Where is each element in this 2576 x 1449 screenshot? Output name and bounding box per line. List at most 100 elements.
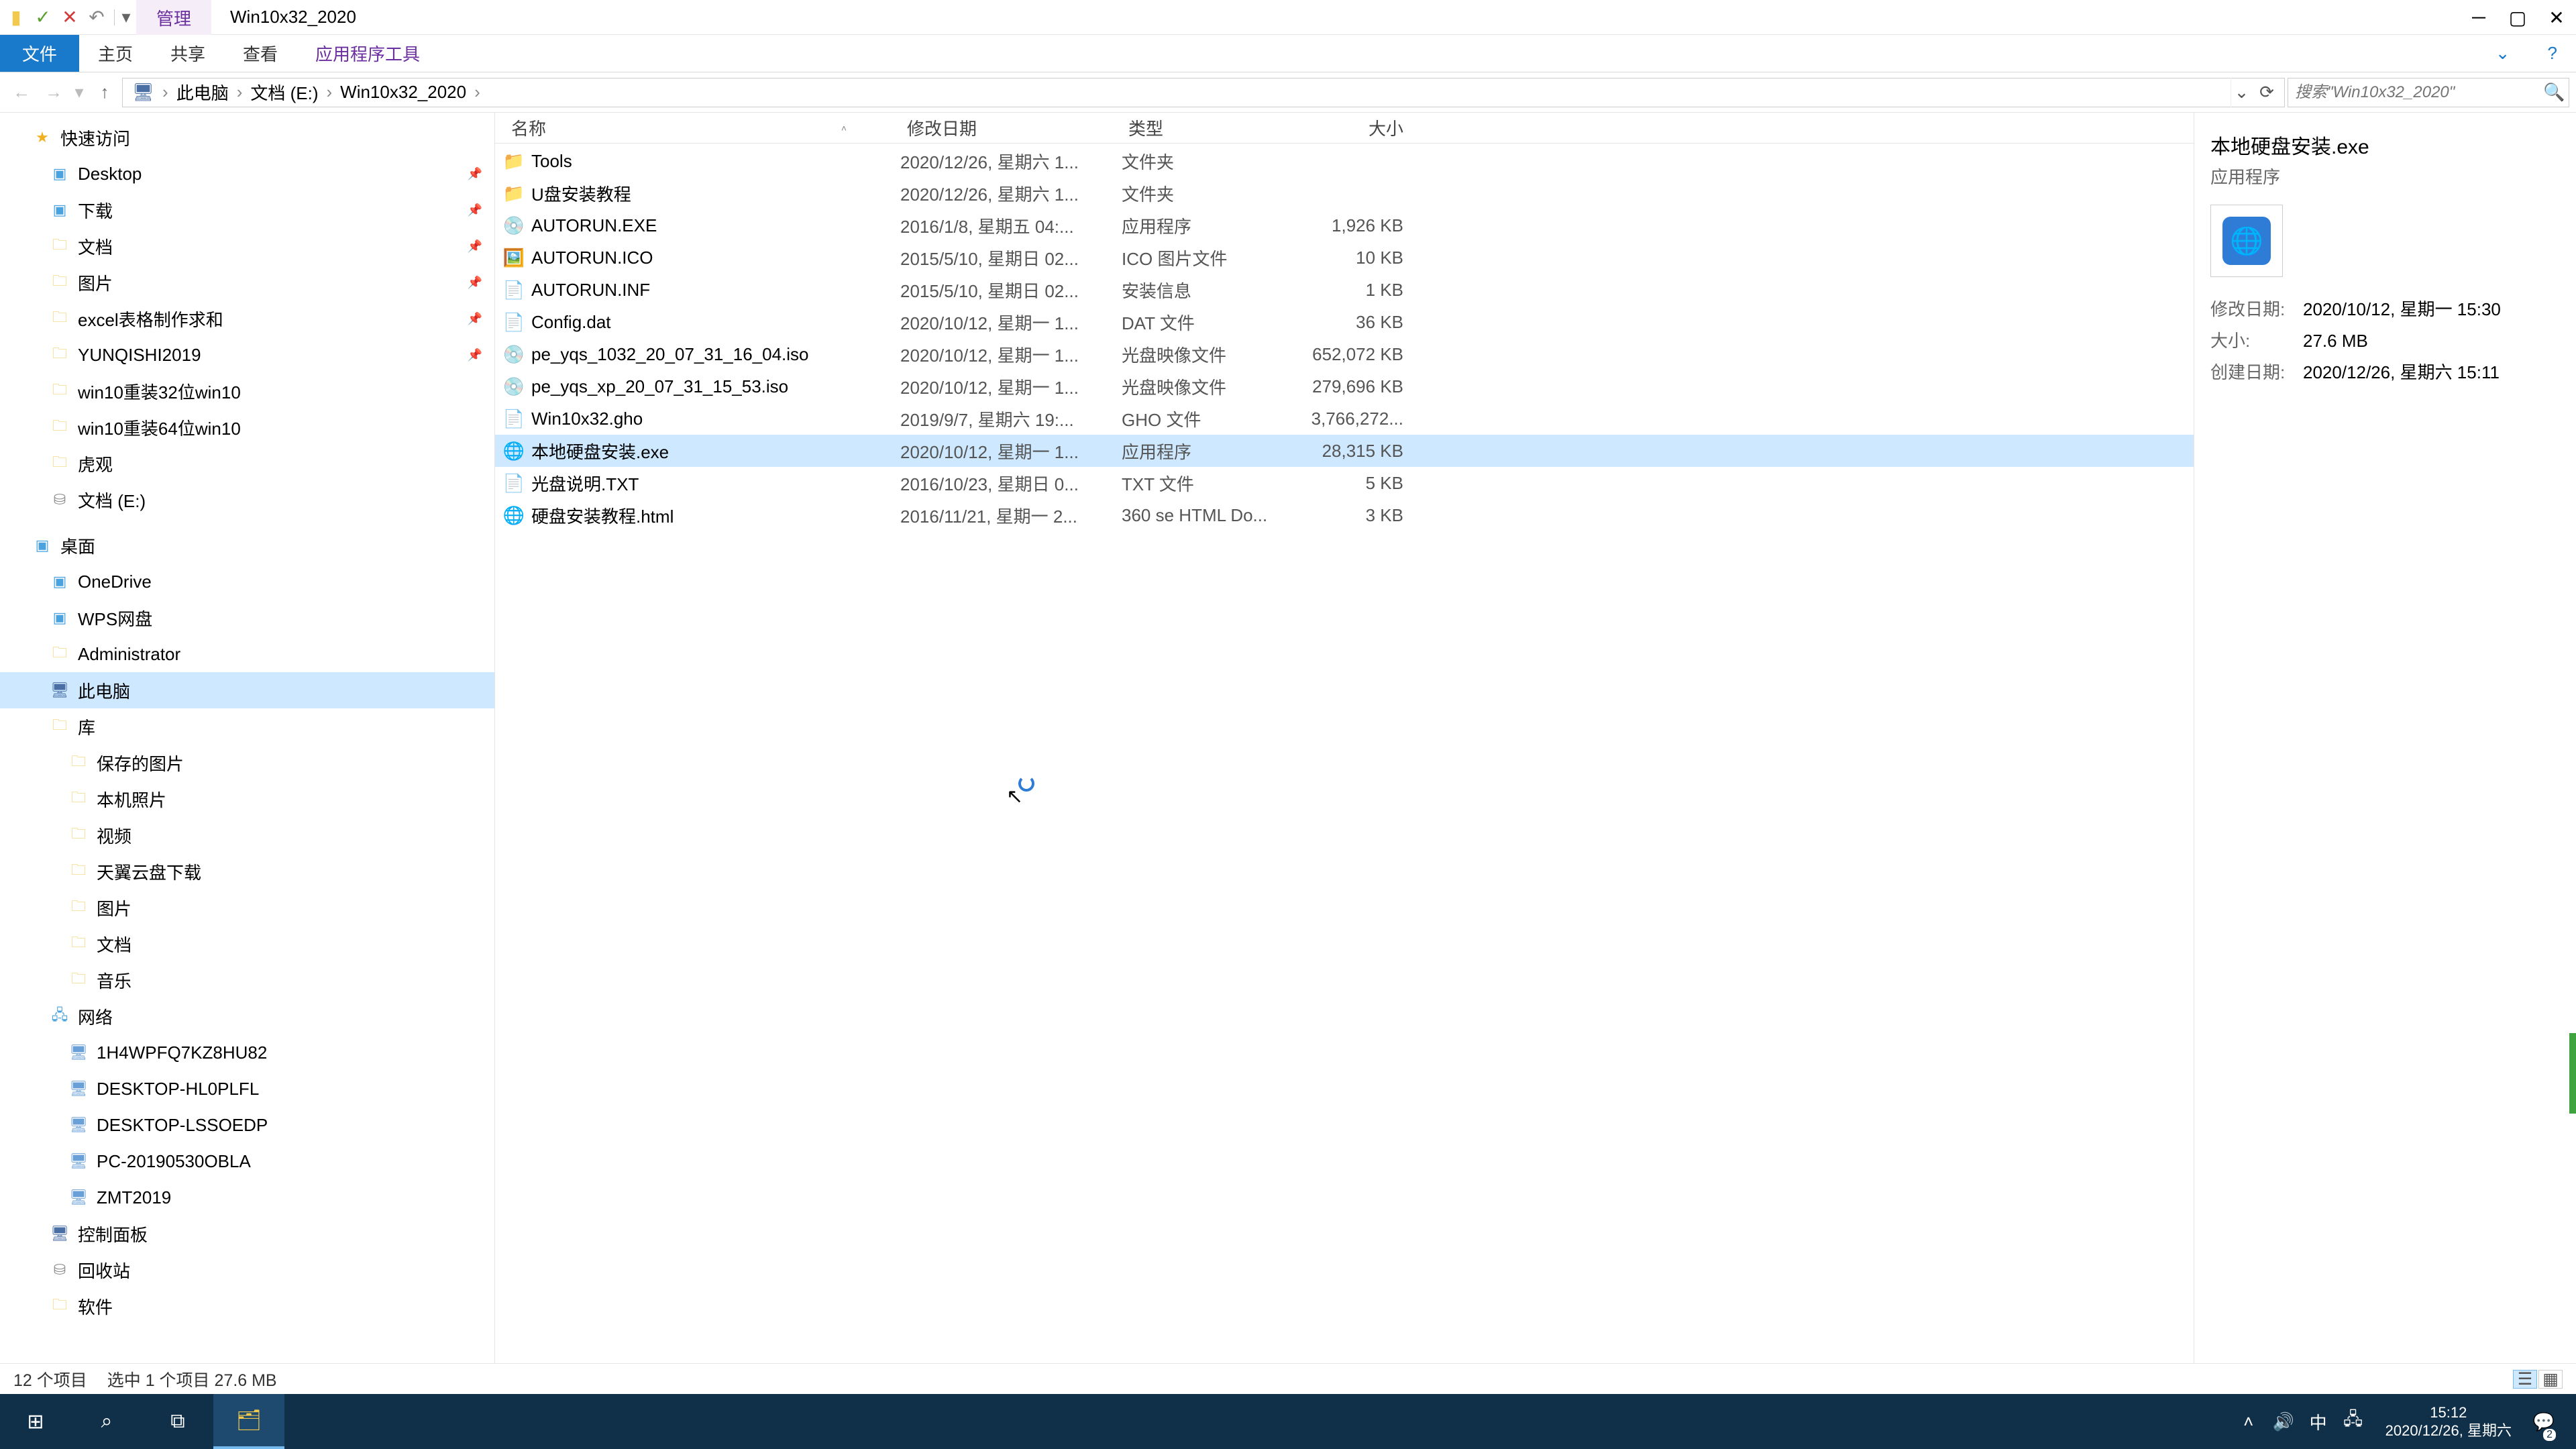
- nav-item[interactable]: 🖥DESKTOP-LSSOEDP: [0, 1107, 494, 1143]
- nav-item[interactable]: 🖥DESKTOP-HL0PLFL: [0, 1071, 494, 1107]
- nav-item[interactable]: 🗀win10重装32位win10: [0, 373, 494, 409]
- column-header-date[interactable]: 修改日期: [900, 115, 1122, 140]
- taskbar-search-button[interactable]: ⌕: [71, 1394, 142, 1449]
- ic-star-icon: ★: [34, 129, 51, 146]
- maximize-button[interactable]: ▢: [2498, 0, 2537, 35]
- nav-item[interactable]: 🖥此电脑: [0, 672, 494, 708]
- view-large-icons-button[interactable]: ▦: [2538, 1370, 2563, 1389]
- ribbon-file-tab[interactable]: 文件: [0, 35, 79, 72]
- file-row[interactable]: 💿pe_yqs_xp_20_07_31_15_53.iso2020/10/12,…: [495, 370, 2194, 402]
- nav-item[interactable]: 🗀天翼云盘下载: [0, 853, 494, 890]
- column-header-type[interactable]: 类型: [1122, 115, 1303, 140]
- volume-icon[interactable]: 🔊: [2269, 1394, 2298, 1449]
- view-details-button[interactable]: ☰: [2513, 1370, 2537, 1389]
- qat-dropdown-icon[interactable]: ▾: [120, 5, 132, 30]
- ribbon-tab-home[interactable]: 主页: [79, 35, 152, 72]
- file-row[interactable]: 🌐硬盘安装教程.html2016/11/21, 星期一 2...360 se H…: [495, 499, 2194, 531]
- nav-item-label: DESKTOP-LSSOEDP: [97, 1115, 268, 1136]
- nav-item[interactable]: 🗀win10重装64位win10: [0, 409, 494, 445]
- ic-folder-icon: 🗀: [51, 1297, 68, 1315]
- column-header-name[interactable]: 名称 ˄: [504, 115, 900, 140]
- nav-item[interactable]: 🖥1H4WPFQ7KZ8HU82: [0, 1034, 494, 1071]
- ribbon-tab-view[interactable]: 查看: [224, 35, 297, 72]
- nav-item[interactable]: 🗀本机照片: [0, 781, 494, 817]
- file-row[interactable]: 🌐本地硬盘安装.exe2020/10/12, 星期一 1...应用程序28,31…: [495, 435, 2194, 467]
- nav-item[interactable]: 🗀音乐: [0, 962, 494, 998]
- close-button[interactable]: ✕: [2537, 0, 2576, 35]
- nav-item[interactable]: ▣下载📌: [0, 192, 494, 228]
- file-list[interactable]: 📁Tools2020/12/26, 星期六 1...文件夹📁U盘安装教程2020…: [495, 144, 2194, 1363]
- nav-forward-button[interactable]: →: [39, 78, 68, 107]
- file-row[interactable]: 📁U盘安装教程2020/12/26, 星期六 1...文件夹: [495, 177, 2194, 209]
- breadcrumb-box[interactable]: 🖥 › 此电脑 › 文档 (E:) › Win10x32_2020 › ⌄ ⟳: [122, 78, 2285, 107]
- nav-item[interactable]: 🗀软件: [0, 1288, 494, 1324]
- nav-item[interactable]: 🗀文档: [0, 926, 494, 962]
- nav-item[interactable]: 🗀YUNQISHI2019📌: [0, 337, 494, 373]
- file-row[interactable]: 📄AUTORUN.INF2015/5/10, 星期日 02...安装信息1 KB: [495, 274, 2194, 306]
- nav-item[interactable]: ▣OneDrive: [0, 564, 494, 600]
- help-icon[interactable]: ?: [2529, 35, 2576, 72]
- nav-item[interactable]: 🗀excel表格制作求和📌: [0, 301, 494, 337]
- breadcrumb-item[interactable]: 此电脑: [171, 78, 234, 107]
- search-icon[interactable]: 🔍: [2543, 82, 2562, 103]
- start-button[interactable]: ⊞: [0, 1394, 71, 1449]
- file-row[interactable]: 📁Tools2020/12/26, 星期六 1...文件夹: [495, 145, 2194, 177]
- search-box[interactable]: 🔍: [2288, 78, 2569, 107]
- history-dropdown-icon[interactable]: ⌄: [2231, 78, 2252, 107]
- nav-item[interactable]: 🖧网络: [0, 998, 494, 1034]
- chevron-right-icon[interactable]: ›: [473, 82, 482, 103]
- refresh-icon[interactable]: ⟳: [2253, 78, 2280, 107]
- chevron-right-icon[interactable]: ›: [235, 82, 244, 103]
- task-view-button[interactable]: ⧉: [142, 1394, 213, 1449]
- nav-history-dropdown[interactable]: ▾: [71, 78, 87, 107]
- file-date: 2020/10/12, 星期一 1...: [900, 342, 1122, 367]
- file-row[interactable]: 💿pe_yqs_1032_20_07_31_16_04.iso2020/10/1…: [495, 338, 2194, 370]
- file-date: 2016/10/23, 星期日 0...: [900, 471, 1122, 496]
- breadcrumb-pc-icon[interactable]: 🖥: [127, 78, 160, 107]
- nav-item[interactable]: ▣桌面: [0, 527, 494, 564]
- nav-item[interactable]: 🗀文档📌: [0, 228, 494, 264]
- ribbon-tab-share[interactable]: 共享: [152, 35, 224, 72]
- nav-back-button[interactable]: ←: [7, 78, 36, 107]
- minimize-button[interactable]: ─: [2459, 0, 2498, 35]
- ime-indicator[interactable]: 中: [2304, 1394, 2333, 1449]
- taskbar-clock[interactable]: 15:12 2020/12/26, 星期六: [2373, 1403, 2524, 1440]
- nav-item[interactable]: 🗀图片📌: [0, 264, 494, 301]
- network-icon[interactable]: 🖧: [2339, 1394, 2368, 1449]
- qat-delete-icon[interactable]: ✕: [58, 5, 82, 30]
- nav-item[interactable]: ★快速访问: [0, 119, 494, 156]
- nav-item[interactable]: 🗀视频: [0, 817, 494, 853]
- nav-item[interactable]: ⛁回收站: [0, 1252, 494, 1288]
- nav-up-button[interactable]: ↑: [90, 78, 119, 107]
- file-row[interactable]: 🖼️AUTORUN.ICO2015/5/10, 星期日 02...ICO 图片文…: [495, 241, 2194, 274]
- nav-item[interactable]: 🖥PC-20190530OBLA: [0, 1143, 494, 1179]
- nav-item[interactable]: 🖥控制面板: [0, 1216, 494, 1252]
- nav-item[interactable]: ▣WPS网盘: [0, 600, 494, 636]
- search-input[interactable]: [2295, 83, 2543, 102]
- column-header-size[interactable]: 大小: [1303, 115, 1410, 140]
- tray-overflow-icon[interactable]: ˄: [2234, 1394, 2263, 1449]
- file-row[interactable]: 📄Config.dat2020/10/12, 星期一 1...DAT 文件36 …: [495, 306, 2194, 338]
- nav-item[interactable]: ⛁文档 (E:): [0, 482, 494, 518]
- action-center-icon[interactable]: 💬2: [2529, 1394, 2559, 1449]
- file-row[interactable]: 📄Win10x32.gho2019/9/7, 星期六 19:...GHO 文件3…: [495, 402, 2194, 435]
- file-row[interactable]: 📄光盘说明.TXT2016/10/23, 星期日 0...TXT 文件5 KB: [495, 467, 2194, 499]
- nav-item[interactable]: 🗀Administrator: [0, 636, 494, 672]
- nav-item[interactable]: 🗀图片: [0, 890, 494, 926]
- breadcrumb-item[interactable]: Win10x32_2020: [335, 78, 472, 107]
- nav-item[interactable]: 🖥ZMT2019: [0, 1179, 494, 1216]
- taskbar-explorer-button[interactable]: 🗂: [213, 1394, 284, 1449]
- chevron-right-icon[interactable]: ›: [161, 82, 170, 103]
- nav-item[interactable]: 🗀保存的图片: [0, 745, 494, 781]
- nav-item[interactable]: ▣Desktop📌: [0, 156, 494, 192]
- navigation-pane[interactable]: ★快速访问▣Desktop📌▣下载📌🗀文档📌🗀图片📌🗀excel表格制作求和📌🗀…: [0, 113, 495, 1363]
- qat-properties-icon[interactable]: ✓: [31, 5, 55, 30]
- breadcrumb-item[interactable]: 文档 (E:): [245, 78, 323, 107]
- ribbon-expand-icon[interactable]: ⌄: [2477, 35, 2529, 72]
- qat-undo-icon[interactable]: ↶: [85, 5, 109, 30]
- ribbon-tab-apptools[interactable]: 应用程序工具: [297, 35, 439, 72]
- nav-item[interactable]: 🗀虎观: [0, 445, 494, 482]
- chevron-right-icon[interactable]: ›: [325, 82, 333, 103]
- nav-item[interactable]: 🗀库: [0, 708, 494, 745]
- file-row[interactable]: 💿AUTORUN.EXE2016/1/8, 星期五 04:...应用程序1,92…: [495, 209, 2194, 241]
